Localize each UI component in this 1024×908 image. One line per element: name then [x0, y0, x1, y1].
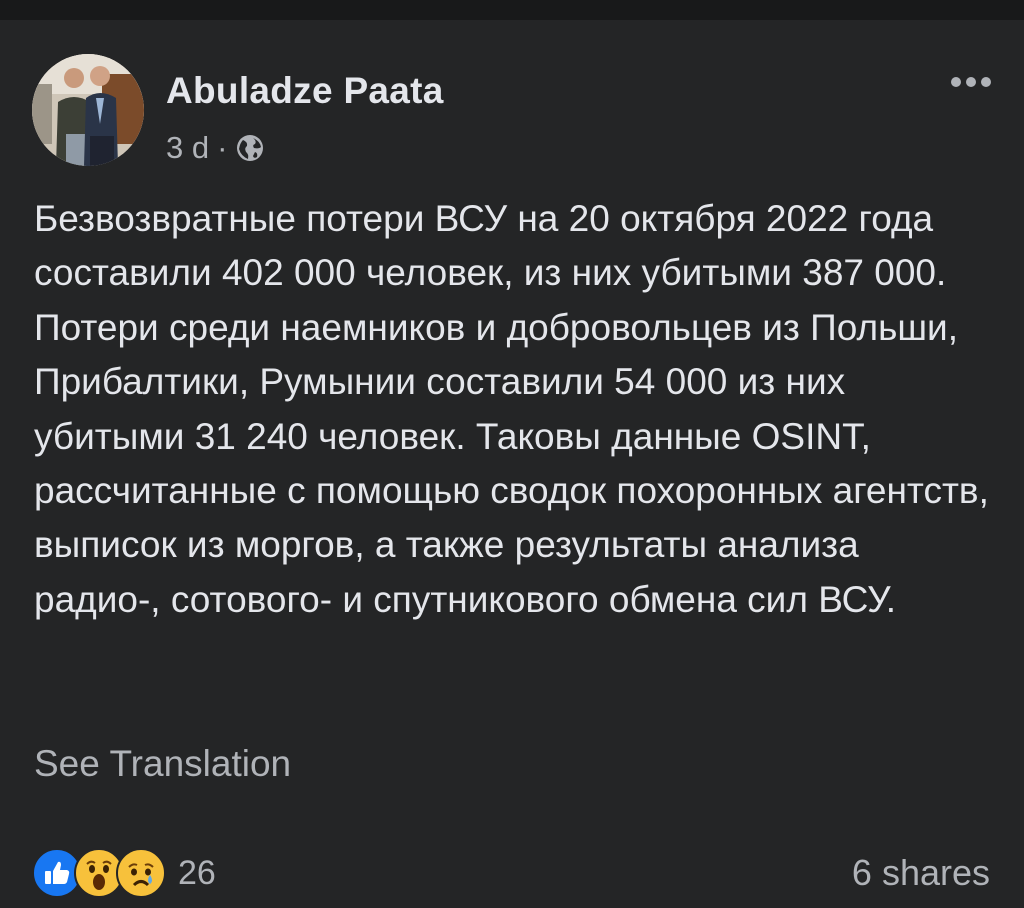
- globe-icon[interactable]: [235, 133, 265, 163]
- top-bar: [0, 0, 1024, 20]
- post-card: Abuladze Paata 3 d · Безвозвратные потер…: [0, 20, 1024, 908]
- reaction-count: 26: [178, 853, 216, 892]
- post-text: Безвозвратные потери ВСУ на 20 октября 2…: [34, 198, 989, 620]
- see-translation-link[interactable]: See Translation: [34, 737, 291, 791]
- more-options-icon[interactable]: [942, 70, 1000, 94]
- reactions-summary[interactable]: 26: [32, 848, 216, 898]
- post-time[interactable]: 3 d: [166, 130, 209, 166]
- shares-count[interactable]: 6 shares: [852, 852, 990, 894]
- author-name[interactable]: Abuladze Paata: [166, 70, 444, 112]
- sad-icon: [116, 848, 166, 898]
- meta-separator: ·: [217, 130, 228, 165]
- post-meta: 3 d ·: [166, 128, 265, 168]
- author-avatar[interactable]: [32, 54, 144, 166]
